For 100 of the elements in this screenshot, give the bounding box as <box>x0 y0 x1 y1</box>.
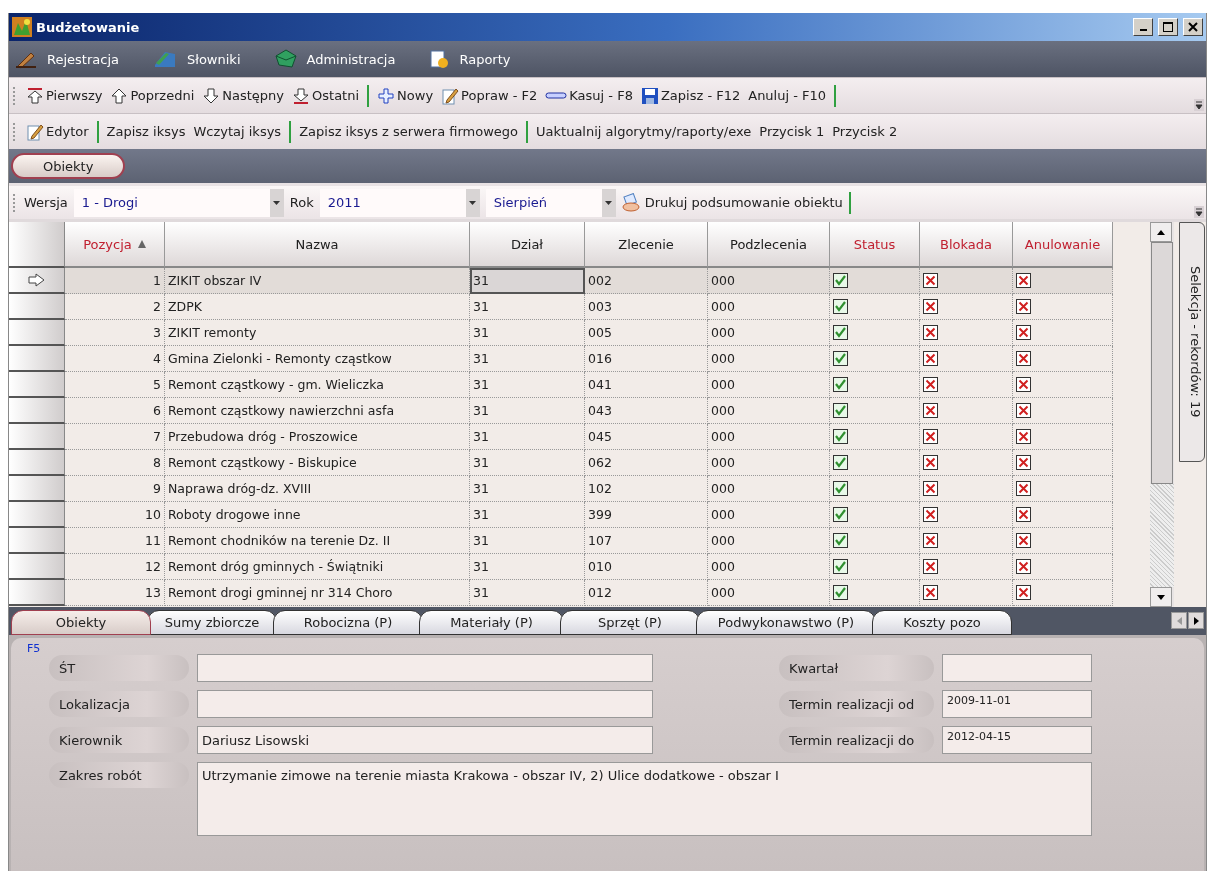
row-selector[interactable] <box>9 294 65 320</box>
table-cell: 010 <box>585 554 708 580</box>
date-field[interactable]: 2009-11-01 <box>942 690 1092 718</box>
row-selector[interactable] <box>9 554 65 580</box>
close-button[interactable] <box>1183 18 1203 36</box>
column-header[interactable]: Pozycja <box>65 222 165 268</box>
table-cell: 062 <box>585 450 708 476</box>
table-cell: 31 <box>470 320 585 346</box>
toolbar-button[interactable]: Uaktualnij algorytmy/raporty/exe <box>536 124 752 139</box>
table-cell: 31 <box>470 424 585 450</box>
pencil-icon <box>26 122 44 141</box>
dropdown-field[interactable]: 2011 <box>319 188 480 217</box>
tab[interactable]: Sprzęt (P) <box>560 610 700 635</box>
date-field[interactable]: 2012-04-15 <box>942 726 1092 754</box>
overflow-chevron-icon <box>1194 99 1204 111</box>
arrow-down-bar-icon <box>292 86 311 105</box>
field-label: Lokalizacja <box>49 691 189 717</box>
table-cell: 8 <box>65 450 165 476</box>
toolbar-button[interactable]: Popraw - F2 <box>441 86 538 105</box>
maximize-button[interactable] <box>1158 18 1178 36</box>
module-tab[interactable]: Obiekty <box>11 153 126 179</box>
column-header[interactable]: Podzlecenia <box>708 222 830 268</box>
tab[interactable]: Sumy zbiorcze <box>147 610 277 635</box>
tab[interactable]: Materiały (P) <box>419 610 564 635</box>
tab[interactable]: Robocizna (P) <box>273 610 423 635</box>
row-selector[interactable] <box>9 320 65 346</box>
toolbar-button[interactable]: Kasuj - F8 <box>545 88 633 103</box>
row-selector[interactable] <box>9 268 65 294</box>
table-cell: 000 <box>708 476 830 502</box>
dropdown-field[interactable]: 1 - Drogi <box>73 188 284 217</box>
toolbar-button[interactable]: Edytor <box>26 122 89 141</box>
toolbar-button[interactable]: Przycisk 1 <box>759 124 825 139</box>
table-cell: 041 <box>585 372 708 398</box>
minus-icon <box>545 92 568 99</box>
row-selector[interactable] <box>9 398 65 424</box>
input-field[interactable] <box>197 690 653 718</box>
toolbar-button[interactable]: Anuluj - F10 <box>748 88 827 103</box>
column-header[interactable]: Nazwa <box>165 222 470 268</box>
field-label: Termin realizacji do <box>779 727 934 753</box>
table-cell: Gmina Zielonki - Remonty cząstkow <box>165 346 470 372</box>
column-header[interactable]: Blokada <box>920 222 1013 268</box>
table-cell: 3 <box>65 320 165 346</box>
menu-item[interactable]: Rejestracja <box>15 49 119 69</box>
column-header[interactable]: Status <box>830 222 920 268</box>
tab[interactable]: Podwykonawstwo (P) <box>696 610 876 635</box>
input-field[interactable]: Dariusz Lisowski <box>197 726 653 754</box>
text-area[interactable]: Utrzymanie zimowe na terenie miasta Krakowa - obszar IV, 2) Ulice dodatkowe - obszar I <box>197 762 1092 836</box>
row-selector[interactable] <box>9 346 65 372</box>
toolbar-button[interactable]: Poprzedni <box>110 86 195 105</box>
column-header[interactable]: Dział <box>470 222 585 268</box>
toolbar-button[interactable]: Nowy <box>377 86 434 105</box>
minimize-button[interactable] <box>1133 18 1153 36</box>
cube-icon <box>274 49 297 69</box>
scrollbar-thumb[interactable] <box>1151 242 1173 484</box>
row-selector[interactable] <box>9 502 65 528</box>
toolbar-button[interactable]: Przycisk 2 <box>832 124 898 139</box>
scroll-right-button[interactable] <box>1188 612 1204 629</box>
row-selector[interactable] <box>9 580 65 606</box>
menu-item[interactable]: Administracja <box>274 49 396 69</box>
date-field[interactable] <box>942 654 1092 682</box>
toolbar-button[interactable]: Pierwszy <box>26 86 103 105</box>
tab[interactable]: Koszty pozo <box>872 610 1012 635</box>
table-cell: 000 <box>708 502 830 528</box>
table-cell: Przebudowa dróg - Proszowice <box>165 424 470 450</box>
dropdown-field[interactable]: Sierpień <box>485 188 616 217</box>
report-icon <box>429 49 450 69</box>
row-selector[interactable] <box>9 476 65 502</box>
table-cell: Remont chodników na terenie Dz. II <box>165 528 470 554</box>
tab[interactable]: Obiekty <box>11 610 151 635</box>
table-cell: ZIKIT obszar IV <box>165 268 470 294</box>
table-cell: 31 <box>470 580 585 606</box>
input-field[interactable] <box>197 654 653 682</box>
dropdown-arrow-icon <box>605 200 613 205</box>
column-header[interactable]: Anulowanie <box>1013 222 1113 268</box>
toolbar-button[interactable]: Wczytaj iksys <box>193 124 282 139</box>
row-selector[interactable] <box>9 372 65 398</box>
field-label: Zakres robót <box>49 762 189 788</box>
app-logo-icon <box>12 17 32 37</box>
table-cell: 6 <box>65 398 165 424</box>
table-cell: 11 <box>65 528 165 554</box>
row-selector[interactable] <box>9 424 65 450</box>
pencil-icon <box>441 86 460 105</box>
field-label: Termin realizacji od <box>779 691 934 717</box>
column-header[interactable]: Zlecenie <box>585 222 708 268</box>
menu-item[interactable]: Raporty <box>429 49 511 69</box>
print-button[interactable]: Drukuj podsumowanie obiektu <box>621 192 843 213</box>
toolbar-button[interactable]: Zapisz - F12 <box>640 86 741 105</box>
toolbar-button[interactable]: Następny <box>202 86 285 105</box>
row-selector[interactable] <box>9 450 65 476</box>
menu-item[interactable]: Słowniki <box>152 49 241 69</box>
toolbar-button[interactable]: Zapisz iksys z serwera firmowego <box>299 124 519 139</box>
row-selector[interactable] <box>9 528 65 554</box>
table-cell: 9 <box>65 476 165 502</box>
maximize-icon <box>1163 22 1173 32</box>
toolbar-button[interactable]: Ostatni <box>292 86 360 105</box>
table-cell: 31 <box>470 398 585 424</box>
toolbar-button[interactable]: Zapisz iksys <box>106 124 186 139</box>
scroll-down-button[interactable] <box>1150 587 1172 607</box>
side-tab[interactable]: Selekcja - rekordów: 19 <box>1179 222 1205 462</box>
scroll-up-button[interactable] <box>1150 222 1172 242</box>
